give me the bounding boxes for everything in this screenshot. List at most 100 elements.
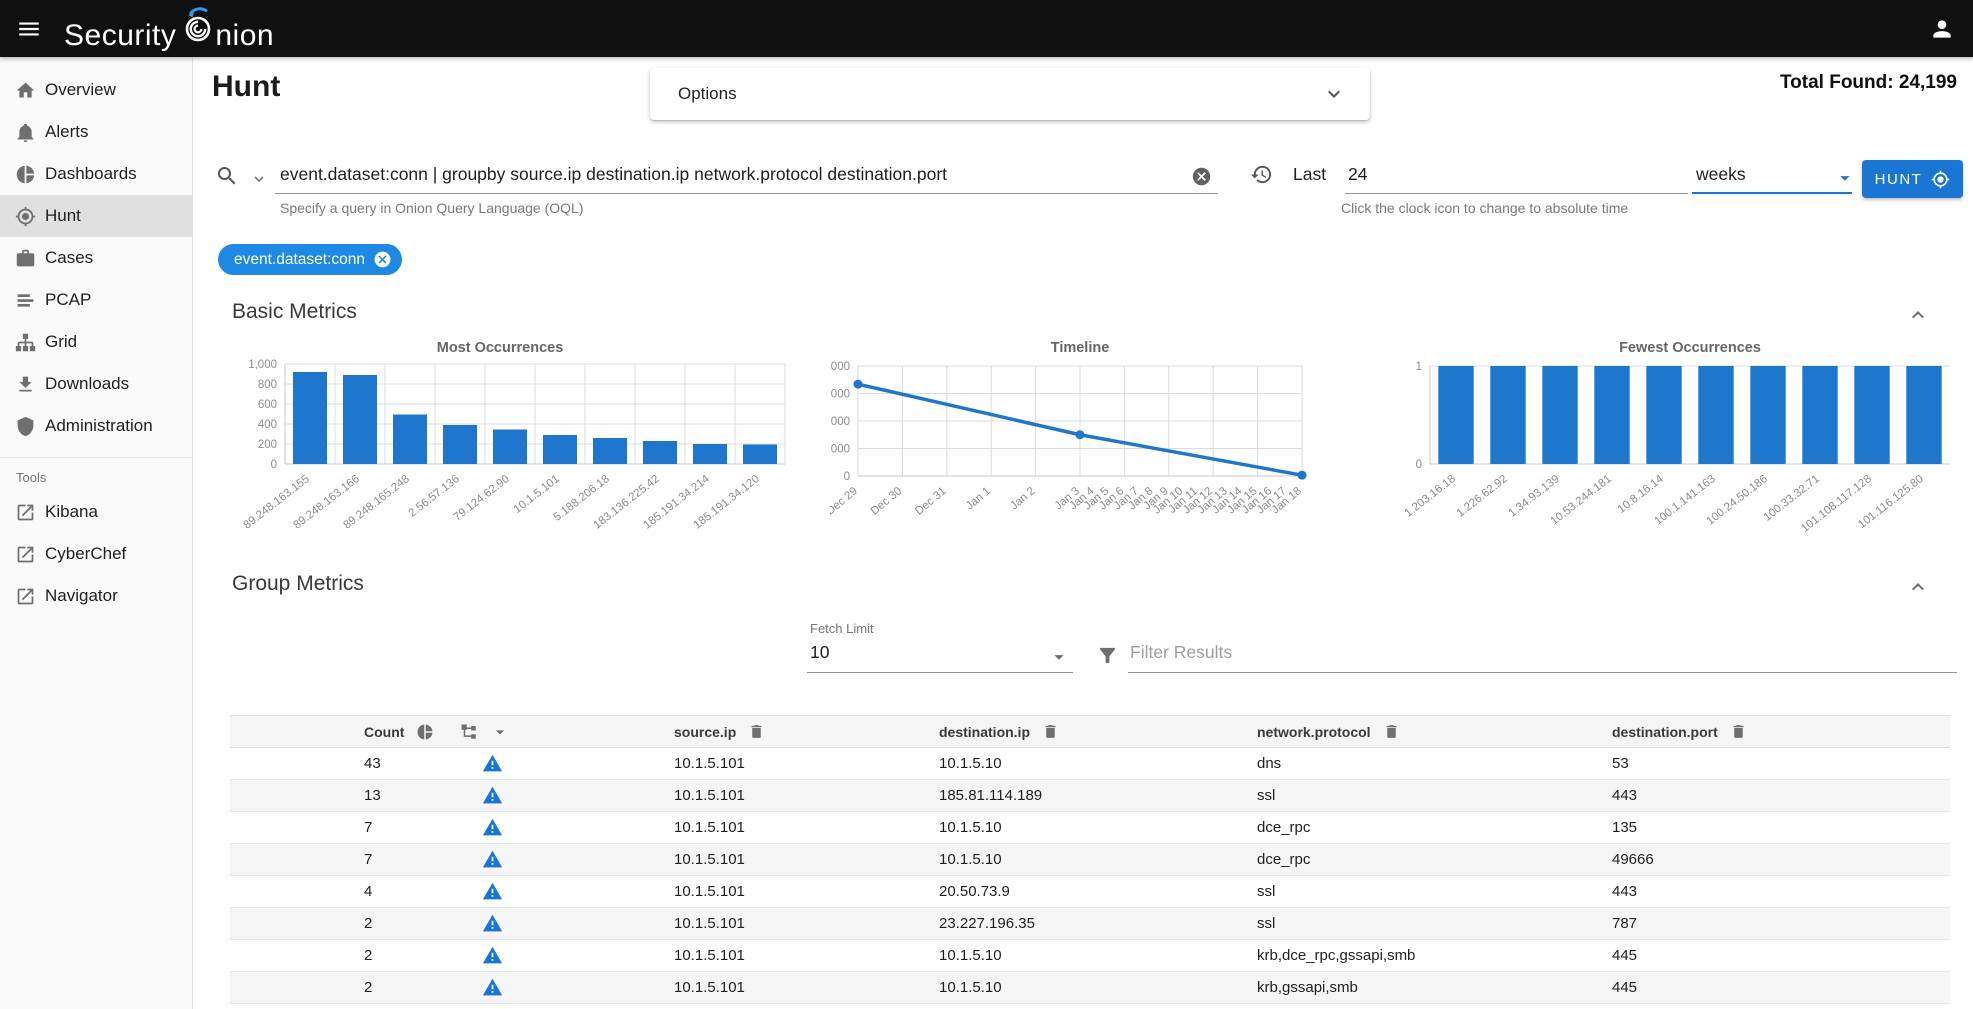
table-row[interactable]: 4310.1.5.10110.1.5.10dns53 — [230, 748, 1950, 780]
table-row[interactable]: 210.1.5.10110.1.5.10krb,gssapi,smb445 — [230, 972, 1950, 1004]
unit-dropdown-icon[interactable] — [1834, 167, 1856, 189]
sidebar-item-downloads[interactable]: Downloads — [0, 363, 192, 405]
bar-1-34-93-139[interactable] — [1542, 366, 1577, 464]
cell-network-protocol[interactable]: krb,gssapi,smb — [1257, 972, 1358, 1003]
row-warning-icon[interactable] — [482, 881, 503, 902]
cell-network-protocol[interactable]: krb,dce_rpc,gssapi,smb — [1257, 940, 1415, 971]
row-warning-icon[interactable] — [482, 913, 503, 934]
point-jan-3[interactable] — [1076, 430, 1085, 439]
cell-network-protocol[interactable]: dns — [1257, 748, 1281, 779]
fewest-occurrences-chart[interactable]: Fewest Occurrences011.203.16.181.226.62.… — [1400, 336, 1973, 562]
cell-network-protocol[interactable]: ssl — [1257, 876, 1275, 907]
point-jan-18[interactable] — [1298, 471, 1307, 480]
cell-source-ip[interactable]: 10.1.5.101 — [674, 876, 745, 907]
bar-10-8-16-14[interactable] — [1646, 366, 1681, 464]
cell-source-ip[interactable]: 10.1.5.101 — [674, 780, 745, 811]
cell-destination-port[interactable]: 787 — [1612, 908, 1637, 939]
bar-100-33-32-71[interactable] — [1802, 366, 1837, 464]
cell-count[interactable]: 4 — [364, 876, 372, 907]
cell-network-protocol[interactable]: dce_rpc — [1257, 844, 1310, 875]
table-row[interactable]: 7 10.1.5.101 10.1.5.10 dce_rpc 49666 — [230, 844, 1950, 876]
table-row[interactable]: 13 10.1.5.101 185.81.114.189 ssl 443 — [230, 780, 1950, 812]
column-delete-icon[interactable] — [1042, 723, 1059, 740]
bar-89-248-163-155[interactable] — [293, 372, 327, 464]
cell-count[interactable]: 7 — [364, 844, 372, 875]
cell-count[interactable]: 2 — [364, 908, 372, 939]
bar-101-116-125-80[interactable] — [1906, 366, 1941, 464]
options-panel[interactable]: Options — [650, 68, 1370, 120]
most-occurrences-chart[interactable]: Most Occurrences02004006008001,00089.248… — [225, 336, 805, 562]
cell-destination-ip[interactable]: 185.81.114.189 — [939, 780, 1042, 811]
sidebar-item-overview[interactable]: Overview — [0, 69, 192, 111]
chip-close-icon[interactable] — [373, 250, 392, 269]
cell-destination-port[interactable]: 49666 — [1612, 844, 1654, 875]
column-header-destination-port[interactable]: destination.port — [1612, 716, 1747, 747]
groupby-icon[interactable] — [460, 723, 478, 741]
sidebar-item-administration[interactable]: Administration — [0, 405, 192, 447]
cell-destination-port[interactable]: 135 — [1612, 812, 1637, 843]
group-metrics-collapse-icon[interactable] — [1906, 575, 1930, 599]
cell-source-ip[interactable]: 10.1.5.101 — [674, 844, 745, 875]
cell-source-ip[interactable]: 10.1.5.101 — [674, 940, 745, 971]
sidebar-item-alerts[interactable]: Alerts — [0, 111, 192, 153]
sidebar-item-cyberchef[interactable]: CyberChef — [0, 533, 192, 575]
cell-source-ip[interactable]: 10.1.5.101 — [674, 812, 745, 843]
table-row[interactable]: 7 10.1.5.101 10.1.5.10 dce_rpc 135 — [230, 812, 1950, 844]
sidebar-item-kibana[interactable]: Kibana — [0, 491, 192, 533]
duration-unit-select[interactable]: weeks — [1696, 164, 1746, 185]
cell-destination-ip[interactable]: 20.50.73.9 — [939, 876, 1010, 907]
cell-network-protocol[interactable]: dce_rpc — [1257, 812, 1310, 843]
bar-89-248-165-248[interactable] — [393, 415, 427, 465]
row-warning-icon[interactable] — [482, 849, 503, 870]
query-clear-icon[interactable] — [1191, 166, 1212, 187]
bar-1-203-16-18[interactable] — [1438, 366, 1473, 464]
sidebar-item-grid[interactable]: Grid — [0, 321, 192, 363]
cell-count[interactable]: 7 — [364, 812, 372, 843]
column-delete-icon[interactable] — [1730, 723, 1747, 740]
column-header-count[interactable]: Count — [364, 716, 510, 747]
cell-network-protocol[interactable]: ssl — [1257, 780, 1275, 811]
bar-89-248-163-166[interactable] — [343, 375, 377, 464]
sidebar-item-navigator[interactable]: Navigator — [0, 575, 192, 617]
bar-10-1-5-101[interactable] — [543, 435, 577, 464]
clock-history-icon[interactable] — [1250, 163, 1273, 186]
cell-source-ip[interactable]: 10.1.5.101 — [674, 908, 745, 939]
hunt-button[interactable]: HUNT — [1862, 160, 1963, 198]
cell-destination-ip[interactable]: 10.1.5.10 — [939, 844, 1002, 875]
sidebar-item-pcap[interactable]: PCAP — [0, 279, 192, 321]
bar-185-191-34-214[interactable] — [693, 444, 727, 464]
filter-chip[interactable]: event.dataset:conn — [218, 244, 402, 275]
cell-destination-ip[interactable]: 23.227.196.35 — [939, 908, 1035, 939]
column-header-source-ip[interactable]: source.ip — [674, 716, 765, 747]
point-dec-29[interactable] — [854, 380, 863, 389]
bar-100-1-141-163[interactable] — [1698, 366, 1733, 464]
cell-destination-ip[interactable]: 10.1.5.10 — [939, 940, 1002, 971]
chevron-down-icon[interactable] — [1322, 82, 1346, 106]
cell-destination-port[interactable]: 443 — [1612, 876, 1637, 907]
cell-destination-port[interactable]: 445 — [1612, 972, 1637, 1003]
query-input[interactable]: event.dataset:conn | groupby source.ip d… — [280, 164, 947, 185]
cell-count[interactable]: 13 — [364, 780, 381, 811]
bar-185-191-34-120[interactable] — [743, 445, 777, 465]
bar-10-53-244-181[interactable] — [1594, 366, 1629, 464]
cell-destination-port[interactable]: 53 — [1612, 748, 1629, 779]
cell-destination-ip[interactable]: 10.1.5.10 — [939, 812, 1002, 843]
row-warning-icon[interactable] — [482, 977, 503, 998]
bar-5-188-206-18[interactable] — [593, 438, 627, 464]
table-row[interactable]: 2 10.1.5.101 10.1.5.10 krb,dce_rpc,gssapi,s… — [230, 940, 1950, 972]
cell-network-protocol[interactable]: ssl — [1257, 908, 1275, 939]
table-row[interactable]: 2 10.1.5.101 23.227.196.35 ssl 787 — [230, 908, 1950, 940]
fetch-limit-select[interactable]: 10 — [810, 642, 829, 663]
cell-source-ip[interactable]: 10.1.5.101 — [674, 748, 745, 779]
column-header-network-protocol[interactable]: network.protocol — [1257, 716, 1400, 747]
cell-destination-ip[interactable]: 10.1.5.10 — [939, 972, 1002, 1003]
cell-count[interactable]: 2 — [364, 940, 372, 971]
cell-destination-port[interactable]: 443 — [1612, 780, 1637, 811]
sidebar-item-hunt[interactable]: Hunt — [0, 195, 192, 237]
sidebar-item-cases[interactable]: Cases — [0, 237, 192, 279]
cell-destination-ip[interactable]: 10.1.5.10 — [939, 748, 1002, 779]
bar-100-24-50-186[interactable] — [1750, 366, 1785, 464]
bar-101-108-117-128[interactable] — [1854, 366, 1889, 464]
column-delete-icon[interactable] — [748, 723, 765, 740]
basic-metrics-collapse-icon[interactable] — [1906, 303, 1930, 327]
